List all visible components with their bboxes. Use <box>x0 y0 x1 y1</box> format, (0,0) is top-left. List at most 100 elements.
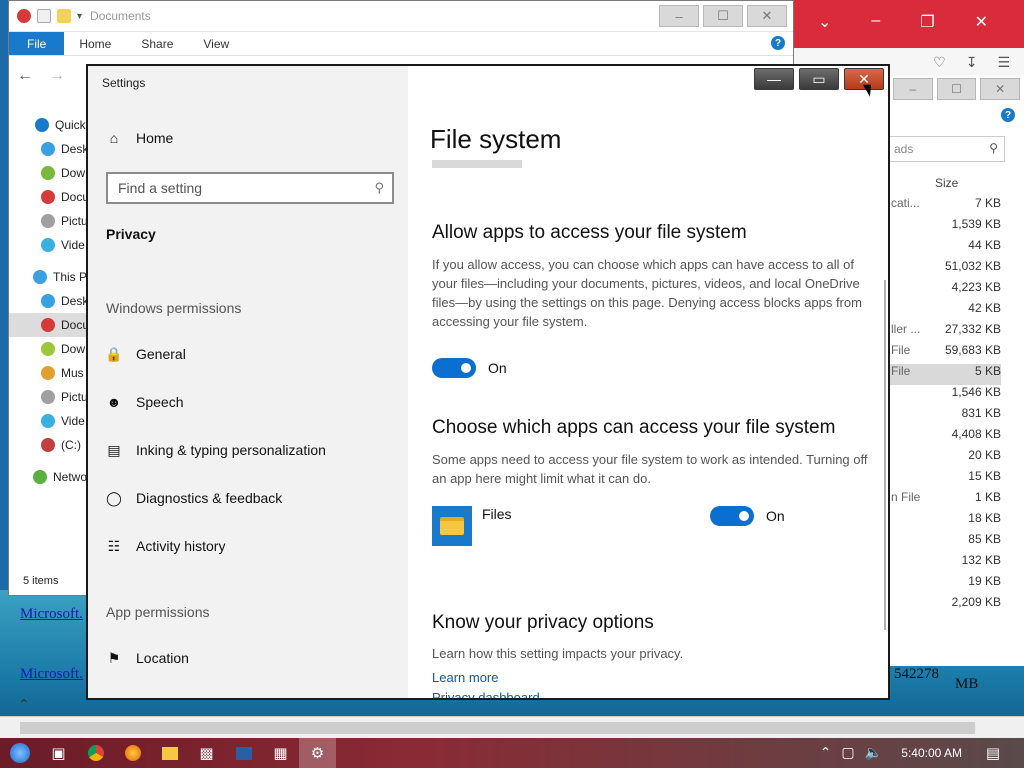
back-arrow-icon[interactable]: ← <box>17 67 33 85</box>
file-row[interactable]: ller ... 27,332 KB <box>889 322 1001 343</box>
explorer-minimize-button[interactable]: – <box>659 5 699 27</box>
tree-item[interactable]: Mus <box>9 361 89 385</box>
nav-location[interactable]: ⚑ Location <box>106 650 189 667</box>
scrollbar-thumb[interactable] <box>20 722 975 734</box>
file-row[interactable]: 20 KB <box>889 448 1001 469</box>
desktop-link-1[interactable]: Microsoft. <box>20 606 83 623</box>
chrome-icon[interactable] <box>77 738 114 768</box>
tab-home[interactable]: Home <box>64 32 126 55</box>
file-row[interactable]: 51,032 KB <box>889 259 1001 280</box>
file-row[interactable]: 4,408 KB <box>889 427 1001 448</box>
nav-home[interactable]: ⌂ Home <box>106 130 174 146</box>
nav-general[interactable]: 🔒 General <box>105 346 186 363</box>
file-size: 1,546 KB <box>951 385 1001 399</box>
explorer2-minimize-button[interactable]: – <box>892 78 933 100</box>
tree-item[interactable]: Dow <box>9 337 89 361</box>
file-row[interactable]: 1,539 KB <box>889 217 1001 238</box>
size-column-header[interactable]: Size <box>935 176 958 190</box>
settings-maximize-button[interactable]: ▭ <box>799 68 839 90</box>
horizontal-scrollbar[interactable] <box>0 716 1024 738</box>
properties-icon[interactable] <box>37 9 51 23</box>
file-row[interactable]: n File 1 KB <box>889 490 1001 511</box>
volume-icon[interactable]: 🔈 <box>865 744 882 761</box>
nav-diagnostics[interactable]: ◯ Diagnostics & feedback <box>106 490 282 507</box>
menu-icon[interactable]: ☰ <box>997 54 1010 70</box>
navigation-tree: Quick Desk Dow Docu Pictu Vide This P De… <box>9 113 89 489</box>
help-icon[interactable]: ? <box>771 36 785 50</box>
files-app-toggle[interactable] <box>710 506 754 526</box>
tree-item[interactable]: Quick <box>9 113 89 137</box>
file-row[interactable]: 4,223 KB <box>889 280 1001 301</box>
tree-item[interactable]: Pictu <box>9 209 89 233</box>
file-row[interactable]: 18 KB <box>889 511 1001 532</box>
tree-item[interactable]: Vide <box>9 409 89 433</box>
taskbar: ▣ ▩ ▦ ⚙ ⌃ ▢ 🔈 5:40:00 AM ▤ <box>0 738 1024 768</box>
file-row[interactable]: 1,546 KB <box>889 385 1001 406</box>
tree-item[interactable]: Vide <box>9 233 89 257</box>
desktop-link-2[interactable]: Microsoft. <box>20 666 83 683</box>
explorer2-close-button[interactable]: ✕ <box>980 78 1020 100</box>
forward-arrow-icon[interactable]: → <box>49 67 65 85</box>
powershell-icon[interactable] <box>225 738 262 768</box>
file-row[interactable]: 44 KB <box>889 238 1001 259</box>
new-folder-icon[interactable] <box>57 9 71 23</box>
settings-minimize-button[interactable]: — <box>754 68 794 90</box>
settings-gear-icon[interactable]: ⚙ <box>299 738 336 768</box>
chevron-down-icon[interactable]: ▾ <box>77 11 82 22</box>
file-row[interactable]: 15 KB <box>889 469 1001 490</box>
remote-desktop-icon[interactable]: ▩ <box>188 738 225 768</box>
start-button[interactable] <box>0 738 40 768</box>
file-row[interactable]: 85 KB <box>889 532 1001 553</box>
tab-view[interactable]: View <box>188 32 244 55</box>
file-size: 2,209 KB <box>951 595 1001 609</box>
file-row[interactable]: 831 KB <box>889 406 1001 427</box>
file-explorer-icon[interactable] <box>151 738 188 768</box>
tree-item[interactable]: Docu <box>9 185 89 209</box>
allow-access-toggle[interactable] <box>432 358 476 378</box>
file-row[interactable]: 42 KB <box>889 301 1001 322</box>
tree-item[interactable]: Pictu <box>9 385 89 409</box>
firefox-icon[interactable] <box>114 738 151 768</box>
explorer2-maximize-button[interactable]: ☐ <box>936 78 977 100</box>
file-row[interactable]: 19 KB <box>889 574 1001 595</box>
tab-share[interactable]: Share <box>126 32 188 55</box>
tree-item[interactable]: This P <box>9 265 89 289</box>
nav-speech[interactable]: ☻ Speech <box>106 394 184 410</box>
file-row[interactable]: File 59,683 KB <box>889 343 1001 364</box>
chevron-up-icon[interactable]: ⌃ <box>18 696 30 713</box>
nav-activity-history[interactable]: ☷ Activity history <box>106 538 226 555</box>
search-input[interactable]: ads ⚲ <box>889 136 1005 162</box>
task-view-icon[interactable]: ▣ <box>40 738 77 768</box>
settings-scrollbar[interactable] <box>884 280 886 630</box>
tree-item[interactable]: Netwo <box>9 465 89 489</box>
file-size: 19 KB <box>968 574 1001 588</box>
notification-icon[interactable]: ▤ <box>986 744 1000 762</box>
explorer-close-button[interactable]: ✕ <box>747 5 787 27</box>
file-row[interactable]: cati... 7 KB <box>889 196 1001 217</box>
store-icon[interactable]: ▦ <box>262 738 299 768</box>
minimize-icon[interactable]: – <box>871 12 880 32</box>
explorer-maximize-button[interactable]: ☐ <box>703 5 743 27</box>
tab-file[interactable]: File <box>9 32 65 55</box>
nav-inking-typing[interactable]: ▤ Inking & typing personalization <box>106 442 326 459</box>
tree-item[interactable]: Desk <box>9 289 89 313</box>
tree-item[interactable]: (C:) <box>9 433 89 457</box>
privacy-dashboard-link[interactable]: Privacy dashboard <box>432 690 540 698</box>
file-row[interactable]: 2,209 KB <box>889 595 1001 616</box>
restore-icon[interactable]: ❐ <box>920 12 934 32</box>
learn-more-link[interactable]: Learn more <box>432 670 498 685</box>
download-icon[interactable]: ↧ <box>966 54 978 70</box>
tree-item[interactable]: Dow <box>9 161 89 185</box>
file-row[interactable]: 132 KB <box>889 553 1001 574</box>
network-icon[interactable]: ▢ <box>841 744 854 761</box>
taskbar-clock[interactable]: 5:40:00 AM <box>901 746 962 760</box>
pocket-icon[interactable]: ♡ <box>933 54 946 70</box>
close-icon[interactable]: ✕ <box>975 12 988 32</box>
tree-item-selected[interactable]: Docu <box>9 313 89 337</box>
file-row[interactable]: File 5 KB <box>889 364 1001 385</box>
tree-item[interactable]: Desk <box>9 137 89 161</box>
help-icon[interactable]: ? <box>1001 108 1015 122</box>
chevron-up-icon[interactable]: ⌃ <box>820 744 832 761</box>
find-setting-input[interactable]: Find a setting ⚲ <box>106 172 394 204</box>
chevron-down-icon[interactable]: ⌄ <box>818 12 831 32</box>
